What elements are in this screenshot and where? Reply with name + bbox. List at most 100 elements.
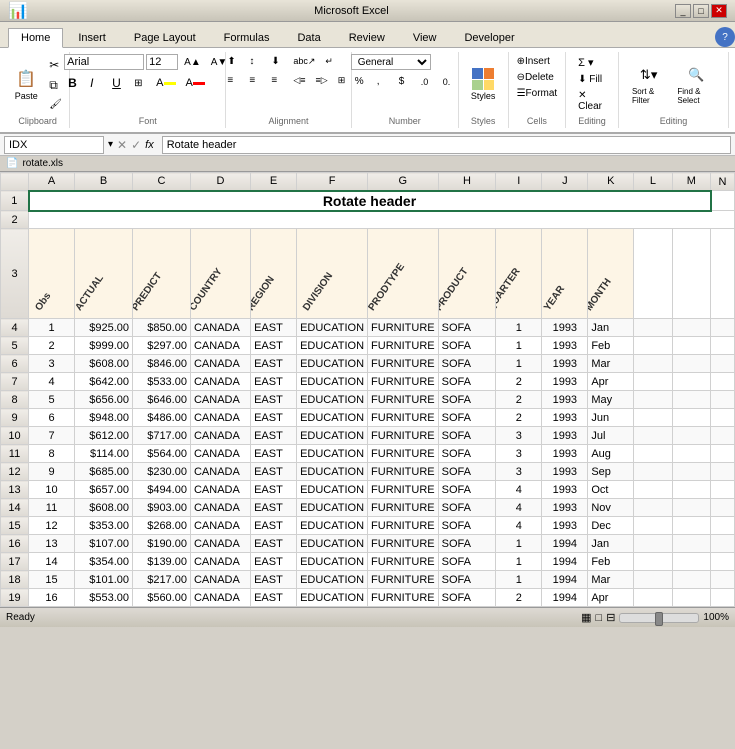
- text-angle-button[interactable]: abc↗: [289, 54, 319, 69]
- cell-obs-10[interactable]: 7: [29, 427, 75, 445]
- cell-n7[interactable]: [711, 373, 735, 391]
- cell-region-11[interactable]: EAST: [251, 445, 297, 463]
- cell-region-12[interactable]: EAST: [251, 463, 297, 481]
- format-painter-button[interactable]: 🖌: [45, 97, 66, 112]
- tab-insert[interactable]: Insert: [65, 28, 119, 47]
- cell-country-12[interactable]: CANADA: [190, 463, 250, 481]
- percent-button[interactable]: %: [351, 74, 371, 89]
- cell-product-4[interactable]: SOFA: [438, 319, 496, 337]
- cell-year-17[interactable]: 1994: [542, 553, 588, 571]
- cell-division-10[interactable]: EDUCATION: [297, 427, 368, 445]
- zoom-slider[interactable]: [619, 613, 699, 623]
- cell-predict-14[interactable]: $903.00: [132, 499, 190, 517]
- row-header-12[interactable]: 12: [1, 463, 29, 481]
- cell-region-4[interactable]: EAST: [251, 319, 297, 337]
- sheet-view-layout[interactable]: □: [596, 612, 603, 624]
- increase-decimal-button[interactable]: .0: [417, 75, 437, 89]
- cancel-formula-icon[interactable]: ✕: [117, 138, 127, 152]
- align-right-button[interactable]: ≡: [267, 73, 287, 88]
- font-name-input[interactable]: [64, 54, 144, 70]
- close-button[interactable]: ✕: [711, 4, 727, 18]
- cell-prodtype-5[interactable]: FURNITURE: [368, 337, 439, 355]
- cell-prodtype-16[interactable]: FURNITURE: [368, 535, 439, 553]
- row-header-2[interactable]: 2: [1, 211, 29, 229]
- cell-n12[interactable]: [711, 463, 735, 481]
- cell-obs-17[interactable]: 14: [29, 553, 75, 571]
- cell-actual-10[interactable]: $612.00: [75, 427, 133, 445]
- comma-button[interactable]: ,: [373, 74, 393, 89]
- cell-m8[interactable]: [672, 391, 710, 409]
- cell-n17[interactable]: [711, 553, 735, 571]
- col-header-c[interactable]: C: [132, 173, 190, 191]
- cell-predict-17[interactable]: $139.00: [132, 553, 190, 571]
- cell-predict-6[interactable]: $846.00: [132, 355, 190, 373]
- cell-obs-4[interactable]: 1: [29, 319, 75, 337]
- cell-quarter-8[interactable]: 2: [496, 391, 542, 409]
- sheet-view-normal[interactable]: ▦: [581, 611, 591, 624]
- cell-country-15[interactable]: CANADA: [190, 517, 250, 535]
- cell-region-17[interactable]: EAST: [251, 553, 297, 571]
- row-header-14[interactable]: 14: [1, 499, 29, 517]
- cell-division-16[interactable]: EDUCATION: [297, 535, 368, 553]
- cell-predict-7[interactable]: $533.00: [132, 373, 190, 391]
- cell-month-15[interactable]: Dec: [588, 517, 634, 535]
- cell-month-14[interactable]: Nov: [588, 499, 634, 517]
- cell-region-5[interactable]: EAST: [251, 337, 297, 355]
- col-header-f[interactable]: F: [297, 173, 368, 191]
- cell-quarter-15[interactable]: 4: [496, 517, 542, 535]
- cell-predict-8[interactable]: $646.00: [132, 391, 190, 409]
- cell-n5[interactable]: [711, 337, 735, 355]
- cell-prodtype-18[interactable]: FURNITURE: [368, 571, 439, 589]
- row-header-6[interactable]: 6: [1, 355, 29, 373]
- cell-division-7[interactable]: EDUCATION: [297, 373, 368, 391]
- cell-month-11[interactable]: Aug: [588, 445, 634, 463]
- cell-obs-5[interactable]: 2: [29, 337, 75, 355]
- cell-division-12[interactable]: EDUCATION: [297, 463, 368, 481]
- col-header-a[interactable]: A: [29, 173, 75, 191]
- increase-font-button[interactable]: A▲: [180, 55, 205, 70]
- cell-product-6[interactable]: SOFA: [438, 355, 496, 373]
- cell-quarter-18[interactable]: 1: [496, 571, 542, 589]
- cell-month-17[interactable]: Feb: [588, 553, 634, 571]
- cell-quarter-9[interactable]: 2: [496, 409, 542, 427]
- cell-n3[interactable]: [711, 229, 735, 319]
- cell-month-18[interactable]: Mar: [588, 571, 634, 589]
- cell-l13[interactable]: [634, 481, 672, 499]
- cell-month-13[interactable]: Oct: [588, 481, 634, 499]
- row-header-5[interactable]: 5: [1, 337, 29, 355]
- cell-year-16[interactable]: 1994: [542, 535, 588, 553]
- cell-region-14[interactable]: EAST: [251, 499, 297, 517]
- cell-product-12[interactable]: SOFA: [438, 463, 496, 481]
- insert-button[interactable]: ⊕ Insert: [513, 54, 554, 69]
- row-header-13[interactable]: 13: [1, 481, 29, 499]
- cell-prodtype-15[interactable]: FURNITURE: [368, 517, 439, 535]
- italic-button[interactable]: I: [86, 74, 106, 92]
- cell-prodtype-4[interactable]: FURNITURE: [368, 319, 439, 337]
- cell-country-8[interactable]: CANADA: [190, 391, 250, 409]
- cell-l7[interactable]: [634, 373, 672, 391]
- cell-m7[interactable]: [672, 373, 710, 391]
- cell-region-19[interactable]: EAST: [251, 589, 297, 607]
- row-header-17[interactable]: 17: [1, 553, 29, 571]
- confirm-formula-icon[interactable]: ✓: [131, 138, 141, 152]
- cell-n19[interactable]: [711, 589, 735, 607]
- cell-division-4[interactable]: EDUCATION: [297, 319, 368, 337]
- cell-n1[interactable]: [711, 191, 735, 211]
- row-header-8[interactable]: 8: [1, 391, 29, 409]
- cell-predict-15[interactable]: $268.00: [132, 517, 190, 535]
- cell-year-10[interactable]: 1993: [542, 427, 588, 445]
- row-header-3[interactable]: 3: [1, 229, 29, 319]
- cell-n15[interactable]: [711, 517, 735, 535]
- row-header-19[interactable]: 19: [1, 589, 29, 607]
- decrease-decimal-button[interactable]: 0.: [439, 75, 459, 89]
- col-header-b[interactable]: B: [75, 173, 133, 191]
- cell-country-10[interactable]: CANADA: [190, 427, 250, 445]
- cell-year-8[interactable]: 1993: [542, 391, 588, 409]
- cell-actual-13[interactable]: $657.00: [75, 481, 133, 499]
- cell-m17[interactable]: [672, 553, 710, 571]
- row-header-1[interactable]: 1: [1, 191, 29, 211]
- tab-view[interactable]: View: [400, 28, 450, 47]
- cell-quarter-17[interactable]: 1: [496, 553, 542, 571]
- cell-region-6[interactable]: EAST: [251, 355, 297, 373]
- cell-country-11[interactable]: CANADA: [190, 445, 250, 463]
